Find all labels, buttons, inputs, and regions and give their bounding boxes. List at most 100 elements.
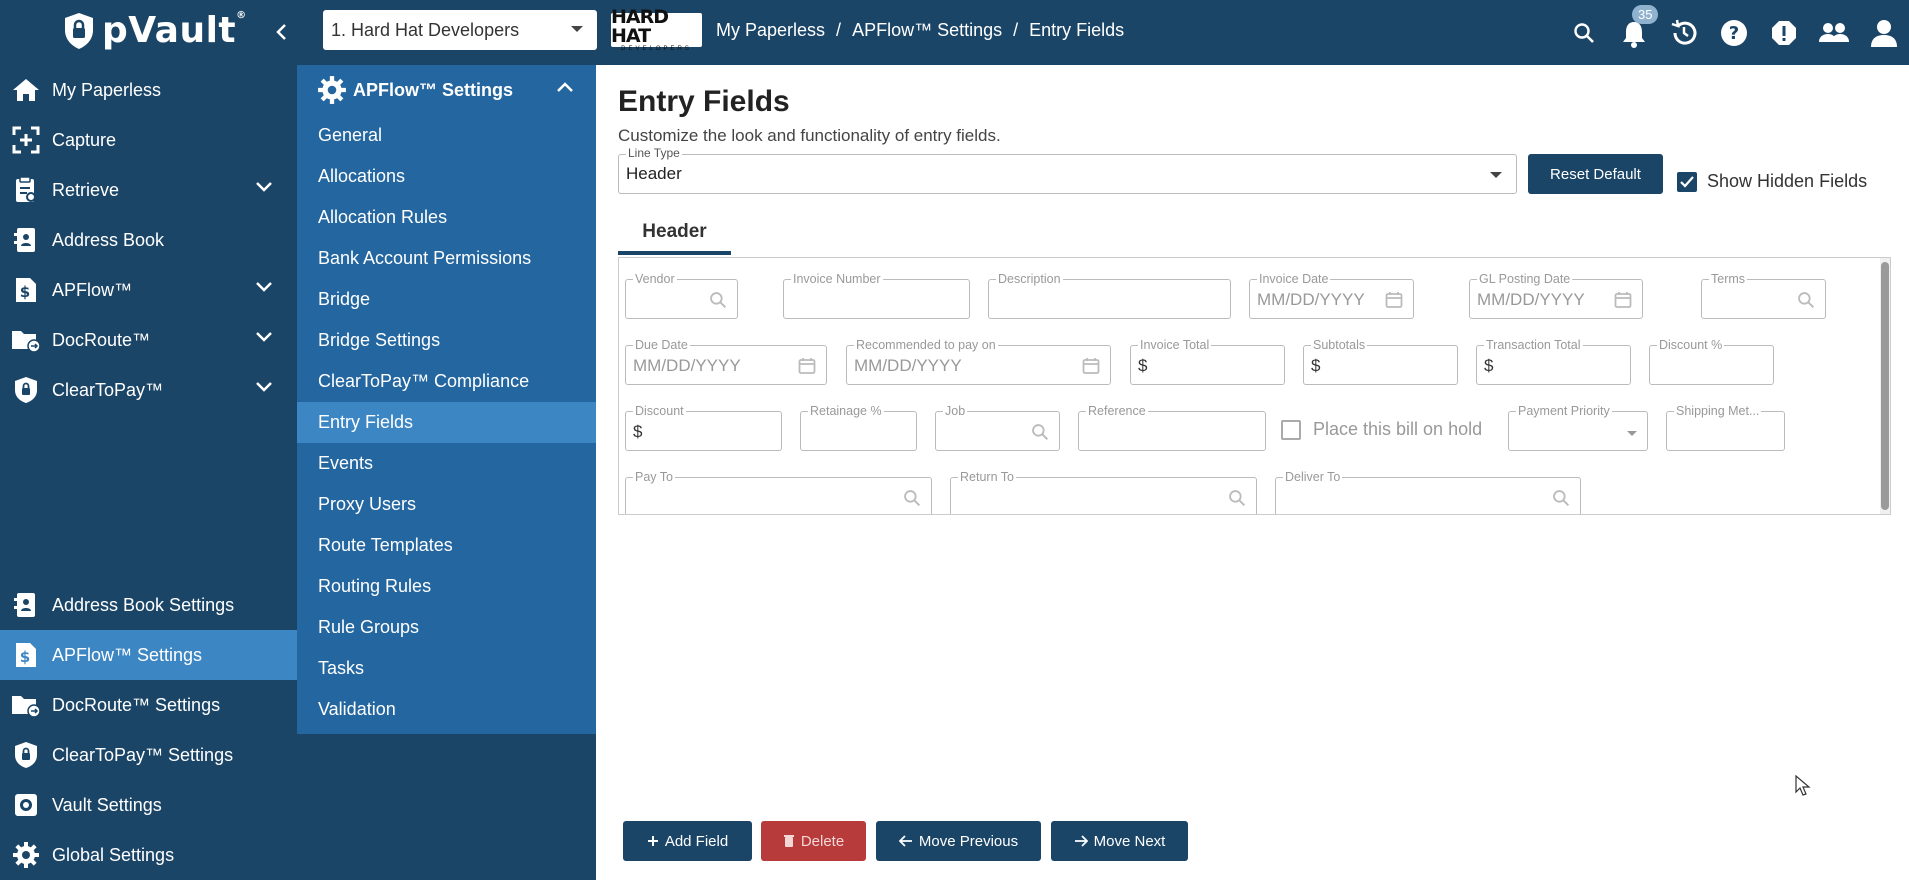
submenu-item-general[interactable]: General: [297, 115, 596, 156]
plus-icon: [647, 836, 658, 846]
transaction-total-field[interactable]: Transaction Total $: [1476, 338, 1631, 385]
breadcrumb-separator: /: [1013, 20, 1019, 40]
field-label: Return To: [958, 470, 1016, 484]
sidebar-item-vault-settings[interactable]: Vault Settings: [0, 780, 297, 830]
description-field[interactable]: Description: [988, 272, 1231, 319]
submenu-item-events[interactable]: Events: [297, 443, 596, 484]
reset-default-button[interactable]: Reset Default: [1528, 154, 1663, 194]
place-on-hold-label: Place this bill on hold: [1313, 419, 1483, 439]
pay-to-field[interactable]: Pay To: [625, 470, 932, 514]
alert-icon: [1772, 20, 1796, 45]
submenu-item-rule-groups[interactable]: Rule Groups: [297, 607, 596, 648]
submenu-item-cleartopay-compliance[interactable]: ClearToPay™ Compliance: [297, 361, 596, 402]
vertical-scrollbar[interactable]: [1880, 258, 1890, 514]
submenu-item-bridge[interactable]: Bridge: [297, 279, 596, 320]
notifications-button[interactable]: 35: [1609, 0, 1659, 65]
search-button[interactable]: [1559, 0, 1609, 65]
submenu-item-entry-fields[interactable]: Entry Fields: [297, 402, 596, 443]
address-book-icon: [14, 228, 35, 252]
brand-logo[interactable]: pVault®: [62, 10, 247, 51]
deliver-to-field[interactable]: Deliver To: [1275, 470, 1581, 514]
discount-percent-field[interactable]: Discount %: [1649, 338, 1774, 385]
submenu-item-routing-rules[interactable]: Routing Rules: [297, 566, 596, 607]
line-type-select[interactable]: Line Type Header: [618, 146, 1517, 194]
help-button[interactable]: ?: [1709, 0, 1759, 65]
company-select[interactable]: 1. Hard Hat Developers: [323, 10, 597, 50]
retainage-percent-field[interactable]: Retainage %: [800, 404, 917, 451]
submenu-item-allocations[interactable]: Allocations: [297, 156, 596, 197]
company-logo: HARD HAT DEVELOPERS: [611, 7, 702, 52]
move-next-button[interactable]: Move Next: [1051, 821, 1188, 861]
scrollbar-thumb[interactable]: [1881, 262, 1889, 510]
chevron-up-icon: [557, 82, 573, 92]
submenu-item-route-templates[interactable]: Route Templates: [297, 525, 596, 566]
submenu-item-validation[interactable]: Validation: [297, 689, 596, 730]
tab-header[interactable]: Header: [618, 213, 731, 255]
field-label: Discount: [633, 404, 686, 418]
submenu-item-bridge-settings[interactable]: Bridge Settings: [297, 320, 596, 361]
page-title: Entry Fields: [618, 85, 790, 118]
apflow-icon: $: [16, 643, 36, 667]
checkbox-unchecked[interactable]: [1281, 419, 1301, 440]
users-button[interactable]: [1809, 0, 1859, 65]
arrow-left-icon: [898, 835, 912, 847]
checkbox-checked[interactable]: [1677, 171, 1697, 192]
vendor-field[interactable]: Vendor: [625, 272, 738, 319]
reference-field[interactable]: Reference: [1078, 404, 1266, 451]
return-to-field[interactable]: Return To: [950, 470, 1257, 514]
sidebar-item-cleartopay-settings[interactable]: ClearToPay™ Settings: [0, 730, 297, 780]
submenu-item-allocation-rules[interactable]: Allocation Rules: [297, 197, 596, 238]
sidebar-item-my-paperless[interactable]: My Paperless: [0, 65, 297, 115]
sidebar-item-apflow-settings[interactable]: $ APFlow™ Settings: [0, 630, 297, 680]
show-hidden-fields-toggle[interactable]: Show Hidden Fields: [1677, 171, 1867, 192]
account-button[interactable]: [1859, 0, 1909, 65]
collapse-sidebar-button[interactable]: [268, 18, 296, 46]
svg-text:$: $: [20, 648, 30, 666]
currency-prefix: $: [633, 422, 643, 441]
svg-text:$: $: [20, 283, 30, 301]
discount-field[interactable]: Discount $: [625, 404, 782, 451]
sidebar-item-global-settings[interactable]: Global Settings: [0, 830, 297, 880]
invoice-number-field[interactable]: Invoice Number: [783, 272, 970, 319]
due-date-field[interactable]: Due Date MM/DD/YYYY: [625, 338, 827, 385]
invoice-date-field[interactable]: Invoice Date MM/DD/YYYY: [1249, 272, 1414, 319]
sidebar-item-cleartopay[interactable]: ClearToPay™: [0, 365, 297, 415]
history-button[interactable]: [1659, 0, 1709, 65]
subtotals-field[interactable]: Subtotals $: [1303, 338, 1458, 385]
alerts-button[interactable]: [1759, 0, 1809, 65]
sidebar-item-capture[interactable]: Capture: [0, 115, 297, 165]
breadcrumb-my-paperless[interactable]: My Paperless: [716, 20, 825, 41]
submenu-header[interactable]: APFlow™ Settings: [297, 65, 596, 115]
sidebar-item-label: ClearToPay™ Settings: [52, 744, 234, 765]
submenu-item-bank-account-permissions[interactable]: Bank Account Permissions: [297, 238, 596, 279]
sidebar-item-docroute[interactable]: DocRoute™: [0, 315, 297, 365]
shipping-method-field[interactable]: Shipping Met...: [1666, 404, 1785, 451]
payment-priority-select[interactable]: Payment Priority: [1508, 404, 1648, 451]
add-field-button[interactable]: Add Field: [623, 821, 752, 861]
terms-field[interactable]: Terms: [1701, 272, 1826, 319]
search-icon: [1798, 292, 1815, 309]
invoice-total-field[interactable]: Invoice Total $: [1130, 338, 1285, 385]
recommended-pay-date-field[interactable]: Recommended to pay on MM/DD/YYYY: [846, 338, 1111, 385]
delete-button[interactable]: Delete: [761, 821, 866, 861]
breadcrumb-apflow-settings[interactable]: APFlow™ Settings: [852, 20, 1002, 41]
gl-posting-date-field[interactable]: GL Posting Date MM/DD/YYYY: [1469, 272, 1643, 319]
move-previous-button[interactable]: Move Previous: [876, 821, 1041, 861]
submenu-item-proxy-users[interactable]: Proxy Users: [297, 484, 596, 525]
sidebar-item-apflow[interactable]: $ APFlow™: [0, 265, 297, 315]
sidebar-item-address-book-settings[interactable]: Address Book Settings: [0, 580, 297, 630]
chevron-down-icon: [256, 182, 272, 192]
search-icon: [1574, 22, 1594, 43]
submenu-item-tasks[interactable]: Tasks: [297, 648, 596, 689]
sidebar-item-retrieve[interactable]: Retrieve: [0, 165, 297, 215]
sidebar-item-docroute-settings[interactable]: DocRoute™ Settings: [0, 680, 297, 730]
currency-prefix: $: [1138, 356, 1148, 375]
search-icon: [1553, 490, 1570, 507]
arrow-right-icon: [1074, 835, 1088, 847]
job-field[interactable]: Job: [935, 404, 1060, 451]
company-logo-subtext: DEVELOPERS: [621, 45, 692, 52]
place-on-hold-checkbox[interactable]: Place this bill on hold: [1281, 419, 1482, 440]
field-placeholder: MM/DD/YYYY: [854, 356, 962, 375]
add-field-label: Add Field: [664, 832, 729, 850]
sidebar-item-address-book[interactable]: Address Book: [0, 215, 297, 265]
